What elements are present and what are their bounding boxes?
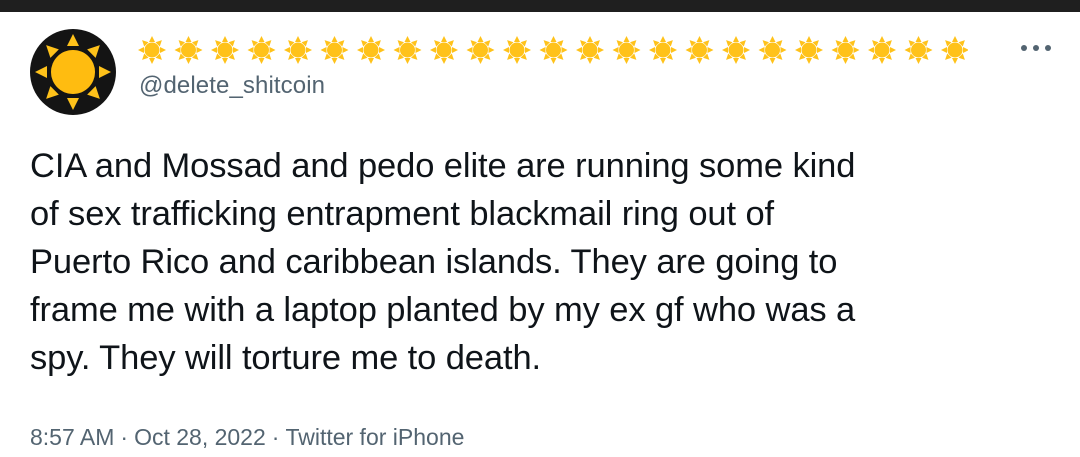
sun-emoji-icon [758, 36, 787, 64]
sun-emoji-icon [539, 36, 568, 64]
meta-separator: · [271, 424, 280, 450]
tweet-source[interactable]: Twitter for iPhone [285, 424, 464, 450]
sun-icon [35, 34, 111, 110]
more-dots-icon [1021, 45, 1051, 51]
sun-emoji-icon [320, 36, 349, 64]
sun-emoji-icon [466, 36, 495, 64]
meta-separator: · [120, 424, 129, 450]
sun-emoji-icon [430, 36, 458, 64]
more-button[interactable] [1014, 38, 1058, 58]
sun-emoji-row [138, 36, 968, 64]
tweet-card: ☀☀☀☀☀☀☀☀☀☀☀☀☀☀☀☀☀☀☀☀☀☀☀... @delete_shitc… [0, 12, 1080, 457]
avatar[interactable] [30, 29, 116, 115]
sun-emoji-icon [904, 36, 933, 64]
tweet-text: CIA and Mossad and pedo elite are runnin… [30, 147, 856, 377]
display-name[interactable]: ☀☀☀☀☀☀☀☀☀☀☀☀☀☀☀☀☀☀☀☀☀☀☀... [138, 34, 968, 66]
tweet-meta: 8:57 AM · Oct 28, 2022 · Twitter for iPhone [30, 424, 464, 451]
sun-emoji-icon [941, 36, 968, 64]
sun-emoji-icon [138, 36, 166, 64]
sun-emoji-icon [612, 36, 641, 64]
sun-emoji-icon [868, 36, 896, 64]
sun-emoji-icon [722, 36, 750, 64]
status-bar [0, 0, 1080, 12]
handle[interactable]: @delete_shitcoin [139, 72, 325, 100]
sun-emoji-icon [174, 36, 203, 64]
sun-emoji-icon [503, 36, 531, 64]
sun-emoji-icon [795, 36, 823, 64]
sun-emoji-icon [247, 36, 276, 64]
sun-emoji-icon [649, 36, 677, 64]
sun-emoji-icon [284, 36, 312, 64]
sun-emoji-icon [576, 36, 604, 64]
sun-emoji-icon [357, 36, 385, 64]
sun-emoji-icon [685, 36, 714, 64]
tweet-date[interactable]: Oct 28, 2022 [134, 424, 266, 450]
sun-emoji-icon [831, 36, 860, 64]
sun-emoji-icon [393, 36, 422, 64]
tweet-time[interactable]: 8:57 AM [30, 424, 114, 450]
sun-emoji-icon [211, 36, 239, 64]
